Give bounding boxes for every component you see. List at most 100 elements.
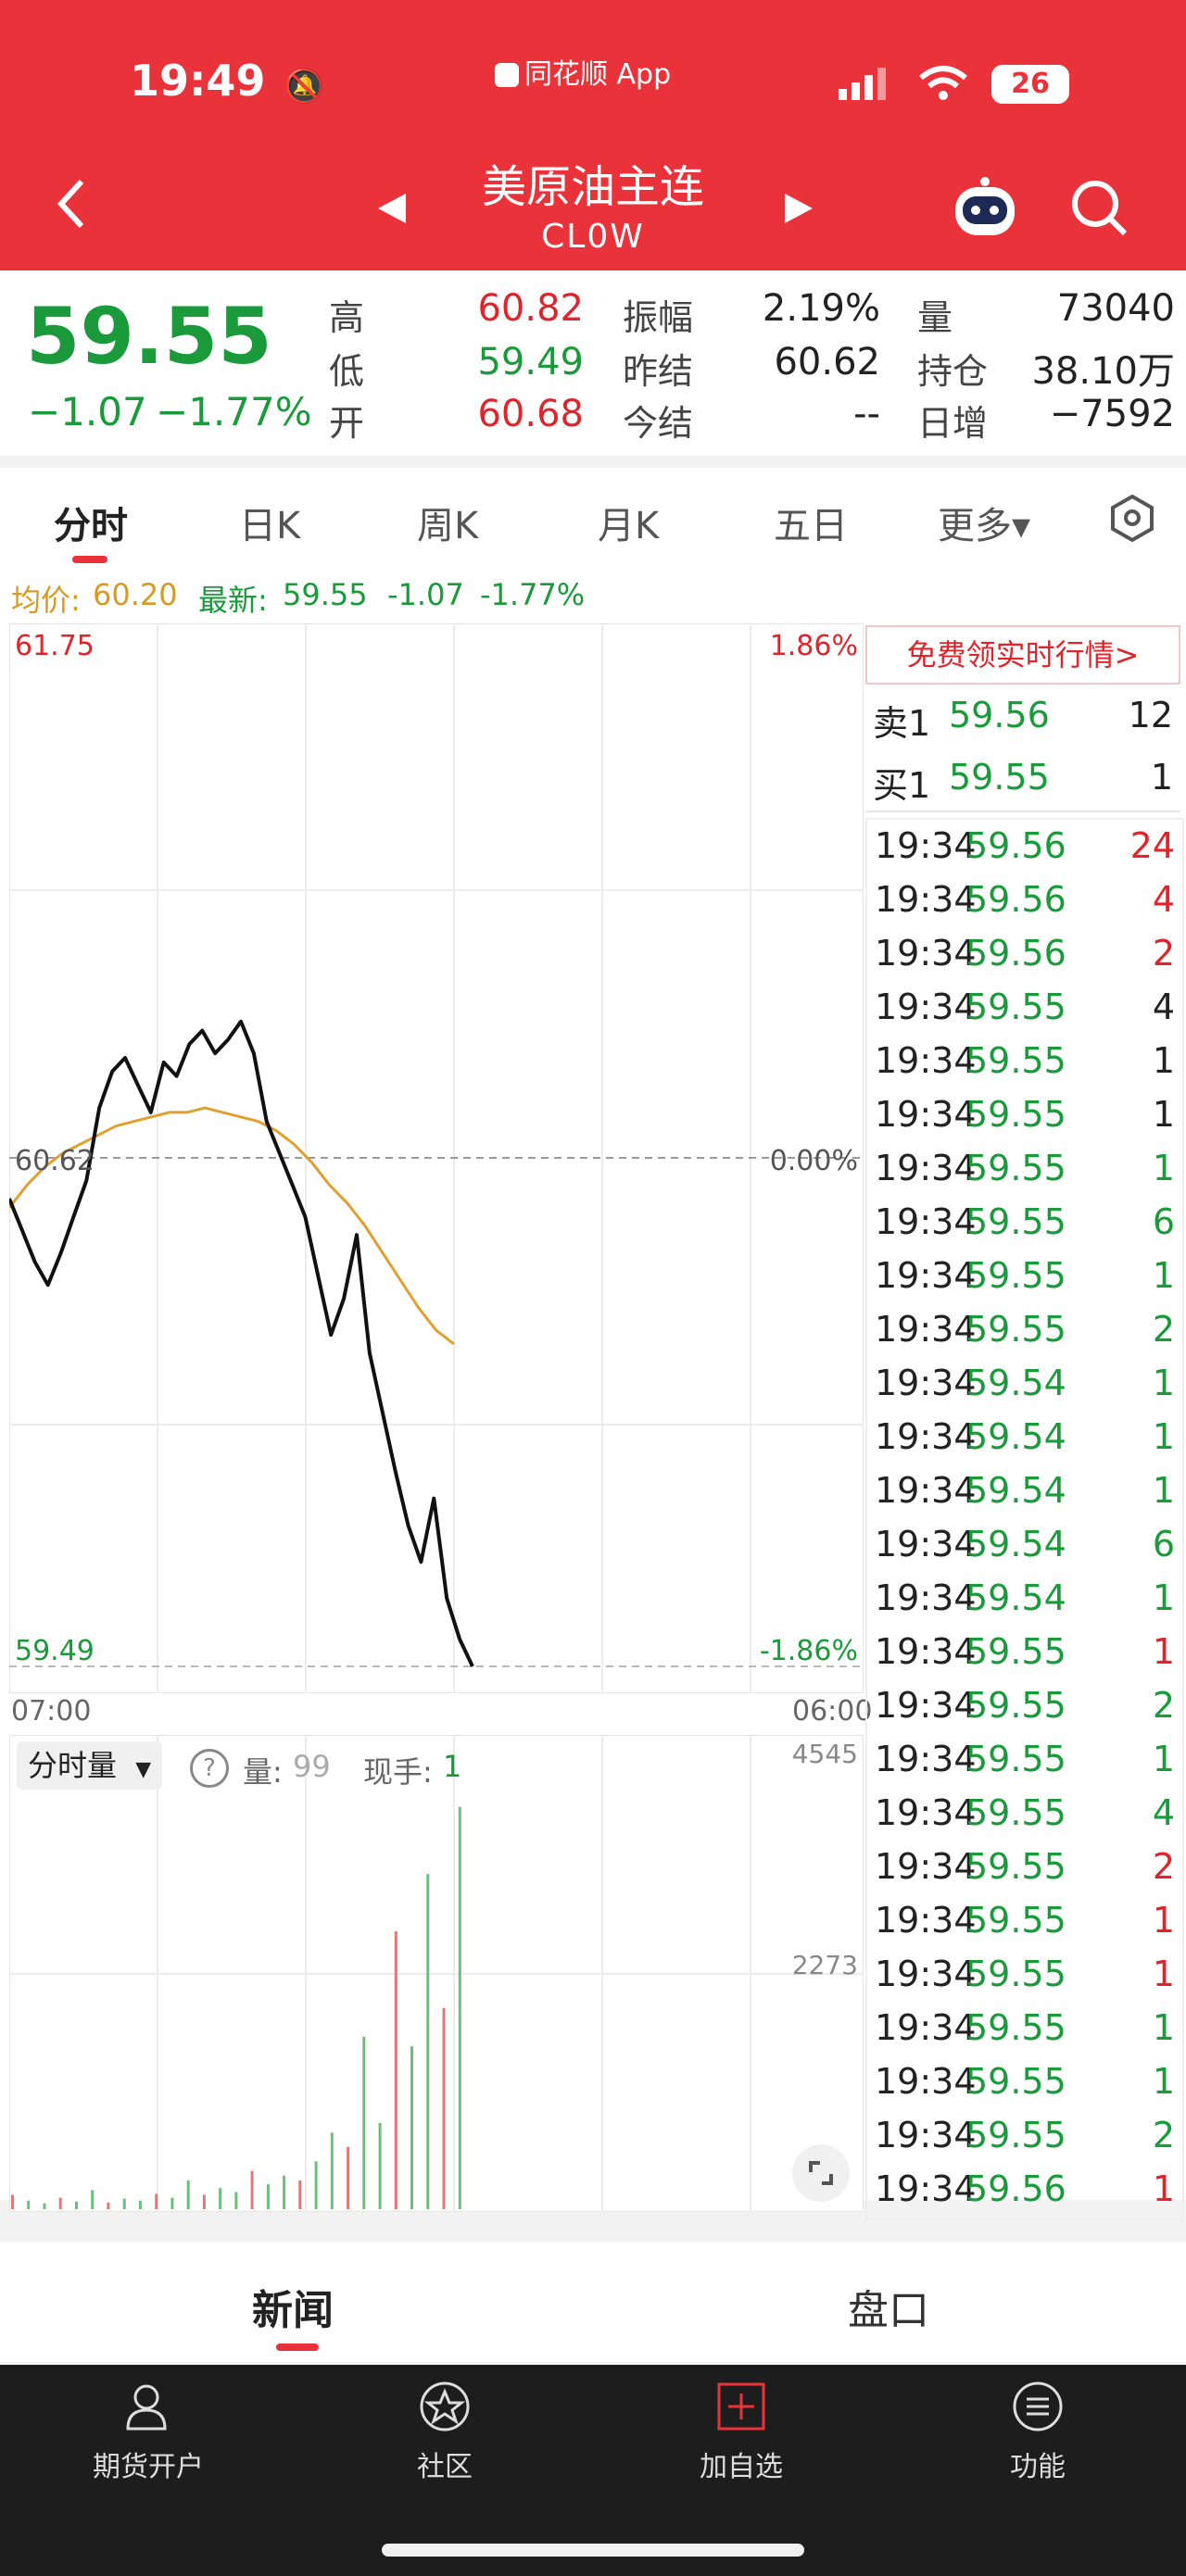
nav-futures-account[interactable]: 期货开户 xyxy=(56,2379,241,2484)
high-label: 高 xyxy=(329,297,365,338)
free-realtime-promo-link[interactable]: 免费领实时行情> xyxy=(865,625,1180,685)
tick-time: 19:34 xyxy=(875,1524,977,1564)
pct-top-label: 1.86% xyxy=(770,630,858,662)
tick-time: 19:34 xyxy=(875,1470,977,1511)
latest-change-pct: -1.77% xyxy=(480,577,586,612)
community-icon xyxy=(420,2381,470,2431)
tick-time: 19:34 xyxy=(875,2115,977,2155)
tab-intraday[interactable]: 分时 xyxy=(54,496,128,549)
volume-bar xyxy=(410,2046,413,2209)
tick-time: 19:34 xyxy=(875,825,977,866)
app-header: 19:49 🔕 同花顺 App 26 美原油主连 CL0W xyxy=(0,0,1186,270)
tick-row: 19:34 59.55 1 xyxy=(867,1631,1182,1685)
next-contract-icon[interactable] xyxy=(783,190,816,231)
nav-functions[interactable]: 功能 xyxy=(945,2379,1130,2484)
tick-qty: 4 xyxy=(1152,1792,1175,1833)
tick-row: 19:34 59.56 1 xyxy=(867,2168,1182,2222)
add-watchlist-icon xyxy=(717,2382,765,2431)
volume-chart[interactable]: 4545 2273 xyxy=(9,1735,864,2212)
volume-bar xyxy=(266,2184,270,2209)
nav-add-watchlist-label: 加自选 xyxy=(700,2451,783,2483)
volume-bar xyxy=(202,2194,206,2209)
home-indicator[interactable] xyxy=(382,2544,804,2557)
volume-max-label: 4545 xyxy=(792,1739,858,1769)
tick-row: 19:34 59.55 2 xyxy=(867,1309,1182,1363)
tick-time: 19:34 xyxy=(875,2168,977,2209)
tick-price: 59.55 xyxy=(965,1255,1066,1296)
bid-price: 59.55 xyxy=(949,757,1050,798)
chart-info-line: 均价: 60.20 最新: 59.55 -1.07 -1.77% xyxy=(0,570,1186,621)
tick-price: 59.56 xyxy=(965,933,1066,974)
volume-bar xyxy=(378,2122,382,2209)
tick-list[interactable]: 19:34 59.56 24 19:34 59.56 4 19:34 59.56 2 19:34 5… xyxy=(865,818,1184,2220)
prev-settle-value: 60.62 xyxy=(774,341,880,383)
volume-bar xyxy=(250,2170,254,2209)
tick-row: 19:34 59.55 1 xyxy=(867,1255,1182,1309)
tab-monthly-k[interactable]: 月K xyxy=(598,496,659,549)
tick-time: 19:34 xyxy=(875,1040,977,1081)
tick-time: 19:34 xyxy=(875,1631,977,1672)
tick-time: 19:34 xyxy=(875,1954,977,1994)
nav-add-watchlist[interactable]: 加自选 xyxy=(649,2379,834,2484)
settings-hex-icon[interactable] xyxy=(1108,494,1156,546)
tick-time: 19:34 xyxy=(875,1416,977,1457)
fullscreen-icon[interactable] xyxy=(792,2144,850,2202)
prev-settle-label: 昨结 xyxy=(623,351,694,392)
bottom-navigation: 期货开户 社区 加自选 功能 xyxy=(0,2365,1186,2576)
volume-bar xyxy=(122,2198,126,2209)
tick-row: 19:34 59.55 1 xyxy=(867,1148,1182,1201)
tick-row: 19:34 59.56 2 xyxy=(867,933,1182,986)
volume-mode-select[interactable]: 分时量 ▼ xyxy=(17,1741,163,1790)
account-icon xyxy=(126,2384,167,2431)
search-icon[interactable] xyxy=(1069,178,1129,241)
avg-price-value: 60.20 xyxy=(93,577,178,612)
back-icon[interactable] xyxy=(54,176,91,235)
nav-community[interactable]: 社区 xyxy=(352,2379,537,2484)
tick-qty: 1 xyxy=(1152,1094,1175,1135)
tick-time: 19:34 xyxy=(875,1685,977,1726)
tick-qty: 6 xyxy=(1152,1201,1175,1242)
tab-more[interactable]: 更多▾ xyxy=(938,496,1030,549)
tick-row: 19:34 59.55 1 xyxy=(867,1739,1182,1792)
tick-row: 19:34 59.56 24 xyxy=(867,825,1182,879)
volume-bar xyxy=(219,2188,222,2209)
tab-order-book[interactable]: 盘口 xyxy=(848,2277,929,2336)
order-book: 免费领实时行情> 卖1 59.56 12 买1 59.55 1 19:34 59.… xyxy=(865,625,1184,2220)
settle-value: -- xyxy=(853,393,880,435)
tick-price: 59.55 xyxy=(965,1201,1066,1242)
tick-qty: 1 xyxy=(1152,1363,1175,1403)
tab-news[interactable]: 新闻 xyxy=(252,2277,334,2336)
nav-community-label: 社区 xyxy=(417,2451,473,2483)
volume-label: 量: xyxy=(243,1754,283,1790)
help-icon[interactable]: ? xyxy=(190,1749,229,1788)
nav-futures-account-label: 期货开户 xyxy=(93,2451,204,2483)
tab-weekly-k[interactable]: 周K xyxy=(417,496,478,549)
x-axis-start-label: 07:00 xyxy=(11,1695,92,1728)
prev-contract-icon[interactable] xyxy=(374,190,408,231)
tick-price: 59.55 xyxy=(965,1846,1066,1887)
pct-mid-label: 0.00% xyxy=(770,1145,858,1177)
bid-qty: 1 xyxy=(1150,757,1173,798)
robot-assistant-icon[interactable] xyxy=(950,176,1020,245)
intraday-price-chart[interactable]: 61.75 60.62 59.49 1.86% 0.00% -1.86% xyxy=(9,623,864,1693)
tick-qty: 2 xyxy=(1152,1685,1175,1726)
tab-five-day[interactable]: 五日 xyxy=(774,496,848,549)
tick-time: 19:34 xyxy=(875,2061,977,2102)
tick-qty: 1 xyxy=(1152,2007,1175,2048)
ask-price: 59.56 xyxy=(949,695,1050,735)
high-value: 60.82 xyxy=(477,287,584,330)
tick-qty: 1 xyxy=(1152,1900,1175,1941)
tick-qty: 1 xyxy=(1152,1631,1175,1672)
daily-increase-label: 日增 xyxy=(917,403,989,444)
volume-bar xyxy=(394,1931,397,2209)
wifi-icon xyxy=(917,65,969,106)
x-axis-end-label: 06:00 xyxy=(792,1695,873,1728)
settle-label: 今结 xyxy=(623,403,694,444)
tab-daily-k[interactable]: 日K xyxy=(239,496,300,549)
tick-time: 19:34 xyxy=(875,1309,977,1350)
contract-code: CL0W xyxy=(541,218,645,256)
tick-price: 59.54 xyxy=(965,1363,1066,1403)
open-interest-value: 38.10万 xyxy=(1031,350,1175,393)
tick-row: 19:34 59.55 4 xyxy=(867,986,1182,1040)
battery-indicator: 26 xyxy=(991,65,1069,104)
